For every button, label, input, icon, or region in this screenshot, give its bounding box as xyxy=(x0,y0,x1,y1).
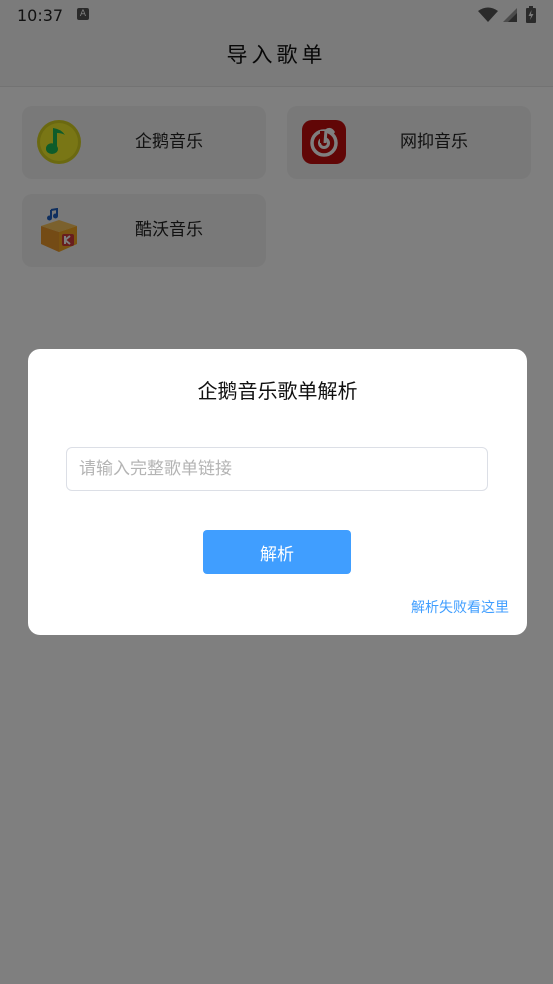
dialog-title: 企鹅音乐歌单解析 xyxy=(197,379,358,403)
app-screen: 10:37 A 导入歌单 企鹅音乐 xyxy=(0,0,553,984)
playlist-link-input[interactable] xyxy=(66,447,488,491)
parse-dialog: 企鹅音乐歌单解析 解析 解析失败看这里 xyxy=(28,349,527,635)
parse-help-link[interactable]: 解析失败看这里 xyxy=(411,597,509,617)
parse-button[interactable]: 解析 xyxy=(203,530,351,574)
